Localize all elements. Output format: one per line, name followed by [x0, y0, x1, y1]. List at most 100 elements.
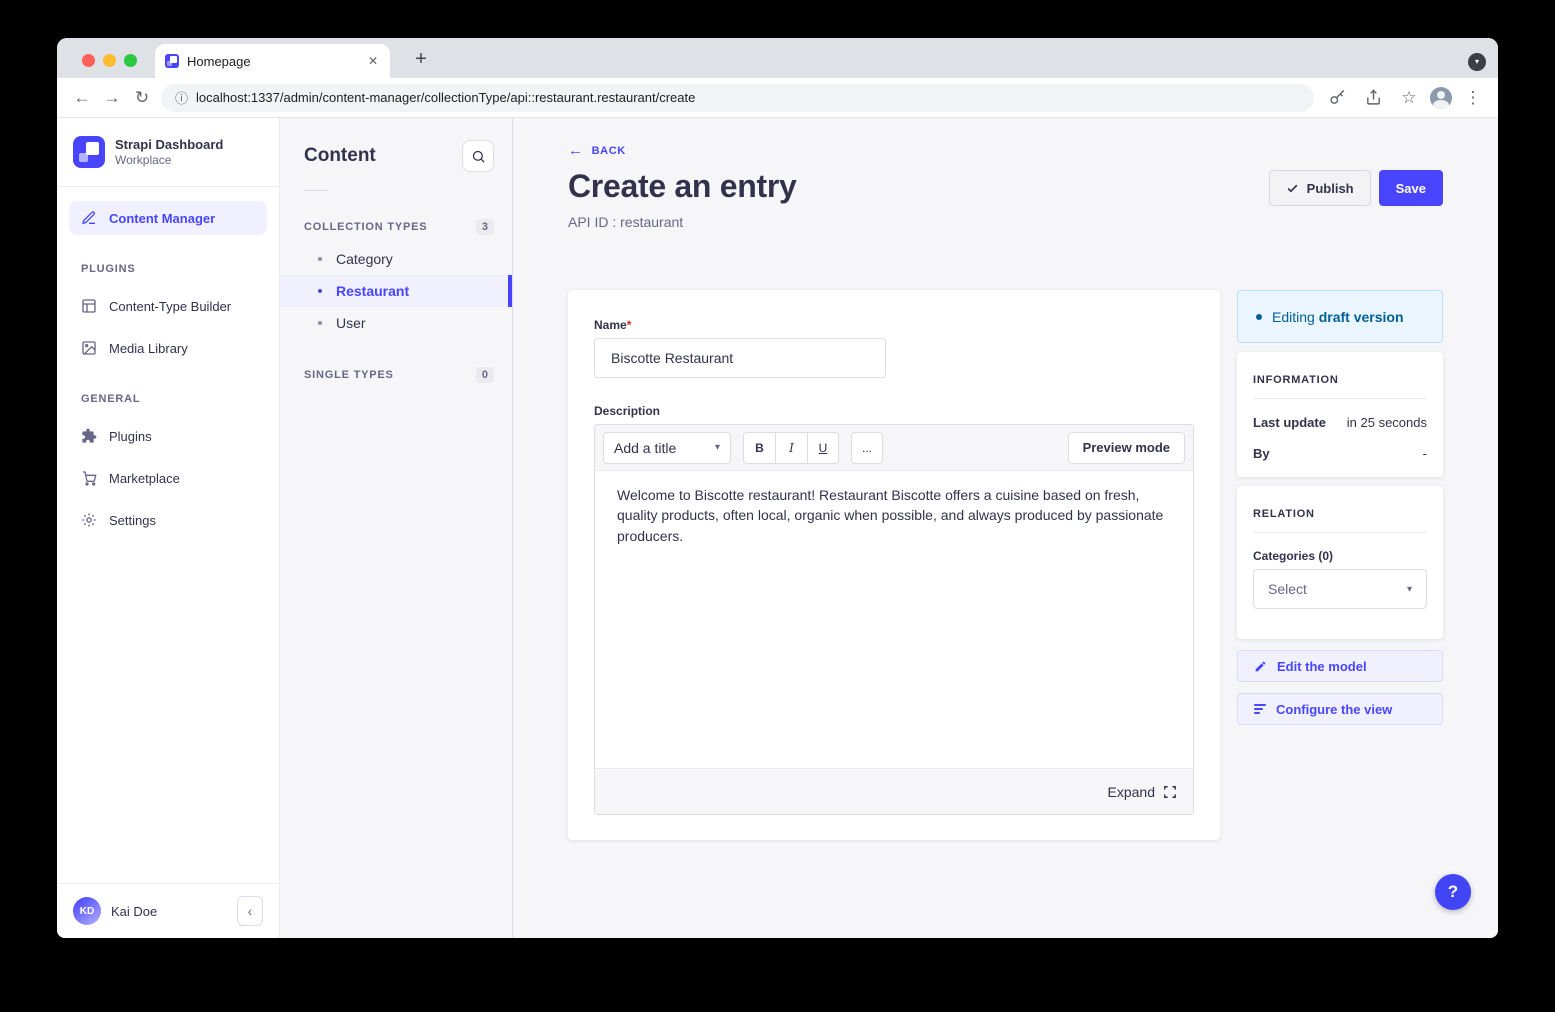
password-key-icon[interactable] [1322, 83, 1352, 113]
bookmark-star-icon[interactable]: ☆ [1394, 83, 1424, 113]
mixer-icon [1254, 704, 1266, 714]
back-arrow-icon: ← [568, 142, 584, 159]
title-select-value: Add a title [614, 440, 676, 456]
subnav-item-restaurant[interactable]: Restaurant [280, 275, 512, 307]
main-content: ← BACK Create an entry API ID : restaura… [513, 118, 1498, 938]
information-header: INFORMATION [1253, 368, 1427, 386]
user-avatar[interactable]: KD [73, 897, 101, 925]
search-button[interactable] [462, 140, 494, 172]
new-tab-button[interactable]: + [409, 48, 433, 72]
divider [304, 190, 328, 191]
entry-form-card: Name* Description Add a title ▾ B I U [568, 290, 1220, 840]
collection-types-count-badge: 3 [476, 219, 494, 235]
more-formatting-button[interactable]: ... [851, 432, 883, 464]
bullet-icon [318, 257, 322, 261]
sidebar-item-label: Settings [109, 513, 156, 528]
configure-view-label: Configure the view [1276, 702, 1392, 717]
name-input[interactable] [594, 338, 886, 378]
maximize-window-button[interactable] [124, 54, 137, 67]
check-icon [1286, 182, 1299, 195]
save-button[interactable]: Save [1379, 170, 1443, 206]
reload-icon[interactable]: ↻ [127, 83, 157, 113]
site-info-icon[interactable]: ⓘ [175, 88, 188, 107]
sidebar-item-plugins[interactable]: Plugins [69, 419, 267, 453]
chevron-down-icon: ▾ [715, 442, 720, 453]
help-button[interactable]: ? [1435, 874, 1471, 910]
publish-button[interactable]: Publish [1269, 170, 1371, 206]
back-label: BACK [592, 145, 626, 157]
share-icon[interactable] [1358, 83, 1388, 113]
title-style-select[interactable]: Add a title ▾ [603, 432, 731, 464]
tab-title: Homepage [187, 54, 358, 69]
description-textarea[interactable]: Welcome to Biscotte restaurant! Restaura… [595, 471, 1193, 768]
relation-header: RELATION [1253, 502, 1427, 520]
collapse-sidebar-button[interactable]: ‹ [237, 896, 263, 926]
tab-close-icon[interactable]: ✕ [366, 52, 380, 70]
main-sidebar: Strapi Dashboard Workplace Content Manag… [57, 118, 280, 938]
sidebar-user-row: KD Kai Doe ‹ [57, 883, 279, 938]
sidebar-item-label: Content-Type Builder [109, 299, 231, 314]
minimize-window-button[interactable] [103, 54, 116, 67]
description-text: Welcome to Biscotte restaurant! Restaura… [617, 485, 1165, 546]
sidebar-item-settings[interactable]: Settings [69, 503, 267, 537]
brand-name: Strapi Dashboard [115, 137, 223, 153]
sidebar-item-content-manager[interactable]: Content Manager [69, 201, 267, 235]
categories-select-value: Select [1268, 581, 1307, 597]
browser-tab[interactable]: Homepage ✕ [155, 44, 390, 78]
browser-update-icon[interactable]: ▾ [1468, 53, 1486, 71]
gear-icon [81, 512, 97, 528]
image-icon [81, 340, 97, 356]
bullet-icon [318, 321, 322, 325]
edit-model-button[interactable]: Edit the model [1237, 650, 1443, 682]
strapi-logo-icon [73, 136, 105, 168]
strapi-app: Strapi Dashboard Workplace Content Manag… [57, 118, 1498, 938]
sidebar-item-marketplace[interactable]: Marketplace [69, 461, 267, 495]
sidebar-item-label: Media Library [109, 341, 188, 356]
search-icon [471, 149, 486, 164]
subnav-item-user[interactable]: User [280, 307, 512, 339]
categories-field-label: Categories (0) [1253, 549, 1427, 563]
subnav-item-category[interactable]: Category [280, 243, 512, 275]
subnav-title: Content [304, 145, 376, 167]
divider [1253, 398, 1427, 399]
browser-profile-avatar[interactable] [1430, 87, 1452, 109]
content-subnav: Content COLLECTION TYPES 3 Category Rest… [280, 118, 513, 938]
sidebar-item-label: Marketplace [109, 471, 180, 486]
expand-button[interactable]: Expand [1108, 784, 1155, 800]
single-types-count-badge: 0 [476, 367, 494, 383]
preview-mode-button[interactable]: Preview mode [1068, 432, 1185, 464]
window-controls [82, 54, 137, 67]
edit-model-label: Edit the model [1277, 659, 1367, 674]
sidebar-item-label: Plugins [109, 429, 152, 444]
sidebar-item-content-type-builder[interactable]: Content-Type Builder [69, 289, 267, 323]
workspace-brand[interactable]: Strapi Dashboard Workplace [57, 118, 279, 187]
expand-icon[interactable] [1163, 785, 1177, 799]
underline-button[interactable]: U [807, 432, 839, 464]
bold-button[interactable]: B [743, 432, 775, 464]
meta-column: Editing draft version INFORMATION Last u… [1237, 290, 1443, 725]
sidebar-section-plugins: PLUGINS [57, 243, 279, 281]
configure-view-button[interactable]: Configure the view [1237, 693, 1443, 725]
required-asterisk: * [627, 318, 632, 332]
by-row: By - [1253, 446, 1427, 461]
sidebar-item-media-library[interactable]: Media Library [69, 331, 267, 365]
browser-menu-icon[interactable]: ⋮ [1458, 83, 1488, 113]
forward-icon[interactable]: → [97, 83, 127, 113]
subnav-item-label: User [336, 315, 366, 331]
categories-select[interactable]: Select ▾ [1253, 569, 1427, 609]
single-types-header: SINGLE TYPES [304, 369, 394, 381]
description-editor: Add a title ▾ B I U ... Preview mode Wel… [594, 424, 1194, 815]
browser-toolbar: ← → ↻ ⓘ localhost:1337/admin/content-man… [57, 78, 1498, 118]
back-icon[interactable]: ← [67, 83, 97, 113]
tab-strip: Homepage ✕ + ▾ [57, 38, 1498, 78]
close-window-button[interactable] [82, 54, 95, 67]
puzzle-icon [81, 428, 97, 444]
description-field-label: Description [594, 404, 1194, 418]
layout-icon [81, 298, 97, 314]
user-name: Kai Doe [111, 904, 227, 919]
address-bar[interactable]: ⓘ localhost:1337/admin/content-manager/c… [161, 84, 1314, 112]
relation-card: RELATION Categories (0) Select ▾ [1237, 486, 1443, 639]
italic-button[interactable]: I [775, 432, 807, 464]
collection-types-header: COLLECTION TYPES [304, 221, 427, 233]
back-link[interactable]: ← BACK [568, 142, 626, 159]
